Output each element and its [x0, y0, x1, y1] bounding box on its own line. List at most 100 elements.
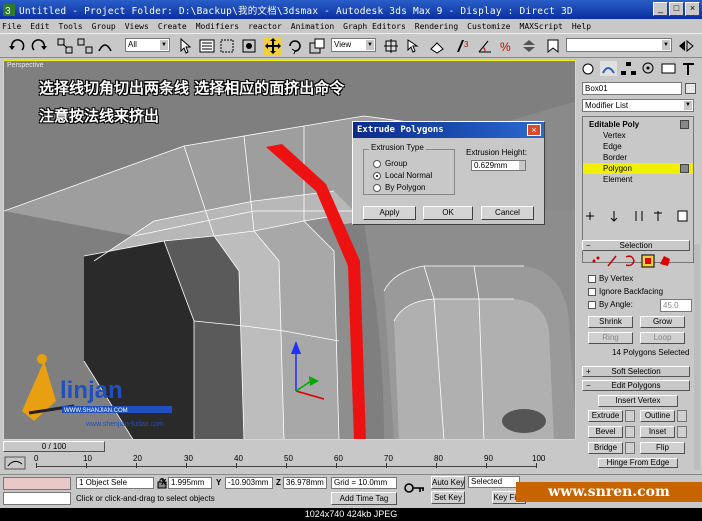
maxscript-listener-mini[interactable] [3, 477, 71, 490]
polygon-mode-icon[interactable] [641, 254, 655, 268]
edit-polygons-rollout-header[interactable]: − Edit Polygons [582, 380, 690, 391]
maxscript-listener-output[interactable] [3, 492, 71, 505]
mirror-icon[interactable] [677, 37, 695, 55]
bridge-button[interactable]: Bridge [588, 442, 623, 454]
by-angle-checkbox[interactable]: By Angle: [588, 300, 633, 309]
outline-button[interactable]: Outline [640, 410, 675, 422]
close-button[interactable]: × [685, 2, 700, 16]
grow-button[interactable]: Grow [640, 316, 685, 328]
menu-animation[interactable]: Animation [291, 22, 334, 31]
extrusion-height-spinner[interactable]: 0.629mm [471, 160, 526, 171]
viewport-label[interactable]: Perspective [7, 62, 44, 69]
extrude-button[interactable]: Extrude [588, 410, 623, 422]
radio-local-normal[interactable]: Local Normal [373, 171, 432, 180]
select-and-scale-icon[interactable] [308, 37, 326, 55]
menu-group[interactable]: Group [92, 22, 116, 31]
shrink-button[interactable]: Shrink [588, 316, 633, 328]
bevel-settings-icon[interactable] [625, 426, 635, 438]
key-icon[interactable] [404, 481, 426, 495]
bind-space-warp-icon[interactable] [96, 37, 114, 55]
element-mode-icon[interactable] [660, 256, 670, 266]
stack-item-vertex[interactable]: Vertex [583, 130, 693, 141]
utilities-tab-icon[interactable] [680, 61, 697, 76]
select-and-rotate-icon[interactable] [286, 37, 304, 55]
z-coordinate-field[interactable]: 36.978mm [283, 477, 327, 489]
radio-button[interactable] [373, 183, 381, 192]
vertex-mode-icon[interactable] [592, 256, 600, 263]
undo-icon[interactable] [8, 37, 26, 55]
set-key-button[interactable]: Set Key [431, 491, 465, 504]
time-slider-thumb[interactable]: 0 / 100 [3, 441, 105, 452]
command-panel-scrollbar[interactable] [694, 244, 700, 470]
ring-button[interactable]: Ring [588, 332, 633, 344]
stack-item-element[interactable]: Element [583, 174, 693, 185]
menu-edit[interactable]: Edit [30, 22, 49, 31]
loop-button[interactable]: Loop [640, 332, 685, 344]
dialog-close-button[interactable]: × [527, 124, 541, 136]
percent-snap-icon[interactable]: % [498, 37, 516, 55]
named-selection-sets-dropdown[interactable]: ▼ [566, 38, 672, 52]
modify-tab-icon[interactable] [600, 61, 617, 76]
by-vertex-checkbox[interactable]: By Vertex [588, 274, 633, 283]
ok-button[interactable]: OK [423, 206, 473, 220]
radio-button-selected[interactable] [373, 171, 381, 180]
menu-reactor[interactable]: reactor [248, 22, 282, 31]
object-color-swatch[interactable] [685, 83, 696, 94]
pin-stack-icon[interactable] [586, 212, 594, 220]
menu-create[interactable]: Create [158, 22, 187, 31]
redo-icon[interactable] [30, 37, 48, 55]
configure-modifier-sets-icon[interactable] [677, 210, 688, 222]
named-selection-icon[interactable] [544, 37, 562, 55]
edge-mode-icon[interactable] [607, 255, 617, 267]
stack-item-edge[interactable]: Edge [583, 141, 693, 152]
add-time-tag-button[interactable]: Add Time Tag [331, 492, 397, 505]
selection-filter-dropdown[interactable]: All ▼ [125, 38, 170, 52]
select-and-manipulate-icon[interactable] [404, 37, 422, 55]
hinge-from-edge-button[interactable]: Hinge From Edge [598, 458, 678, 468]
spinner-arrows-icon[interactable] [519, 161, 525, 170]
unlink-icon[interactable] [76, 37, 94, 55]
window-crossing-icon[interactable] [240, 37, 258, 55]
object-name-field[interactable]: Box01 [582, 82, 682, 95]
stack-item-editable-poly[interactable]: Editable Poly [583, 119, 693, 130]
minimize-button[interactable]: _ [653, 2, 668, 16]
select-by-name-icon[interactable] [198, 37, 216, 55]
menu-views[interactable]: Views [125, 22, 149, 31]
flip-button[interactable]: Flip [640, 442, 685, 454]
radio-button[interactable] [373, 159, 381, 168]
stack-item-polygon[interactable]: Polygon [583, 163, 693, 174]
menu-maxscript[interactable]: MAXScript [520, 22, 563, 31]
menu-help[interactable]: Help [572, 22, 591, 31]
border-mode-icon[interactable] [625, 255, 635, 267]
key-mode-dropdown[interactable]: Selected [468, 476, 520, 488]
show-end-result-icon[interactable] [610, 211, 618, 222]
bevel-button[interactable]: Bevel [588, 426, 623, 438]
extrude-settings-icon[interactable] [625, 410, 635, 422]
select-and-link-icon[interactable] [56, 37, 74, 55]
motion-tab-icon[interactable] [640, 61, 657, 76]
track-bar[interactable]: 0 10 20 30 40 50 60 70 80 90 100 [0, 454, 576, 474]
make-unique-icon[interactable] [635, 211, 643, 221]
ignore-backfacing-checkbox[interactable]: Ignore Backfacing [588, 287, 663, 296]
select-object-icon[interactable] [176, 37, 194, 55]
menu-modifiers[interactable]: Modifiers [196, 22, 239, 31]
snaps-toggle-icon[interactable]: 3 [454, 37, 472, 55]
keyboard-shortcut-toggle-icon[interactable] [428, 37, 446, 55]
x-coordinate-field[interactable]: 1.995mm [168, 477, 212, 489]
inset-settings-icon[interactable] [677, 426, 687, 438]
spinner-snap-icon[interactable] [520, 37, 538, 55]
menu-file[interactable]: File [2, 22, 21, 31]
soft-selection-rollout-header[interactable]: + Soft Selection [582, 366, 690, 377]
modifier-list-dropdown[interactable]: Modifier List ▼ [582, 99, 694, 112]
remove-modifier-icon[interactable] [654, 211, 662, 221]
display-tab-icon[interactable] [660, 61, 677, 76]
perspective-viewport[interactable]: linjan WWW.SHANJIAN.COM www.shenjian-fud… [3, 60, 576, 440]
rectangular-selection-icon[interactable] [218, 37, 236, 55]
select-and-move-icon[interactable] [264, 37, 282, 55]
time-slider[interactable]: 0 / 100 [0, 440, 576, 454]
angle-snap-icon[interactable] [476, 37, 494, 55]
selection-rollout-header[interactable]: − Selection [582, 240, 690, 251]
y-coordinate-field[interactable]: -10.903mm [225, 477, 273, 489]
reference-coordinate-dropdown[interactable]: View ▼ [331, 38, 376, 52]
menu-graph-editors[interactable]: Graph Editors [343, 22, 406, 31]
